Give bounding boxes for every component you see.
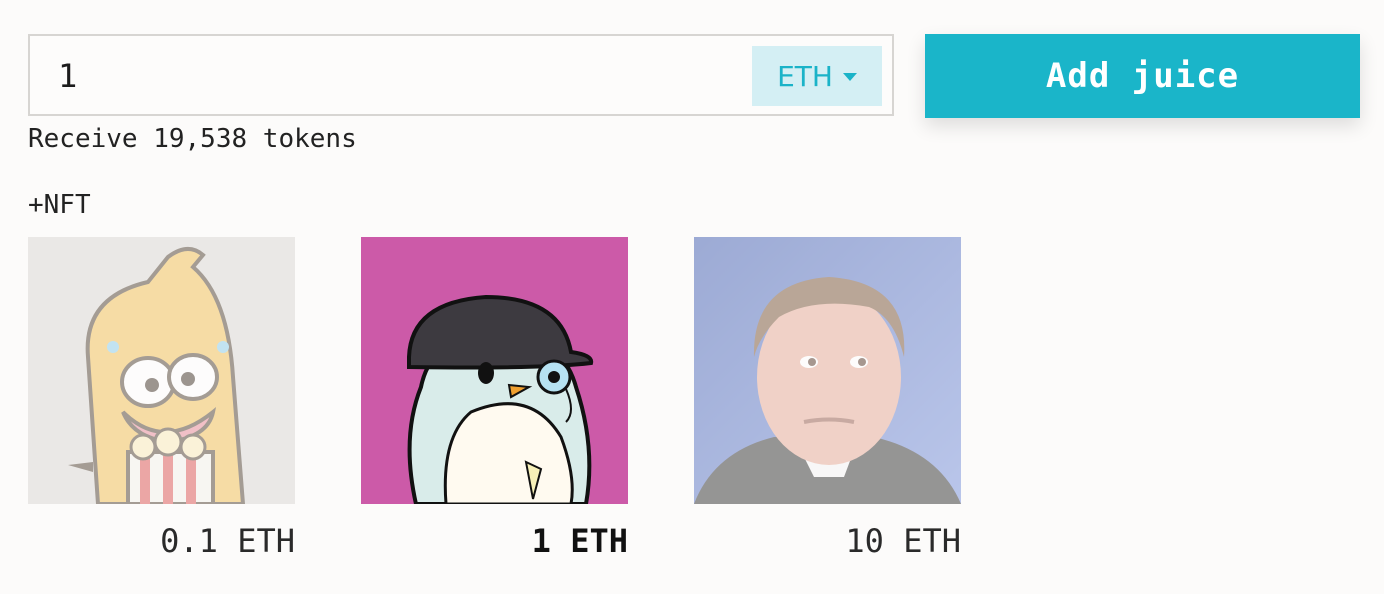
penguin-with-cap-icon [361,237,628,504]
nft-option-2[interactable]: 10 ETH [694,237,961,560]
chevron-down-icon [842,73,857,81]
amount-input[interactable] [58,52,738,100]
currency-label: ETH [777,59,833,93]
add-juice-button[interactable]: Add juice [925,34,1360,118]
nft-option-0[interactable]: 0.1 ETH [28,237,295,560]
nft-price: 0.1 ETH [160,522,295,560]
nft-price: 1 ETH [531,522,628,560]
nft-price: 10 ETH [845,522,961,560]
nft-option-1[interactable]: 1 ETH [361,237,628,560]
receive-tokens-text: Receive 19,538 tokens [28,124,357,154]
currency-dropdown[interactable]: ETH [752,46,882,106]
amount-field[interactable]: ETH [28,34,894,116]
man-portrait-icon [694,237,961,504]
banana-character-icon [28,237,295,504]
nft-section-label: +NFT [28,190,91,220]
juice-form: ETH Add juice Receive 19,538 tokens +NFT [0,0,1384,594]
